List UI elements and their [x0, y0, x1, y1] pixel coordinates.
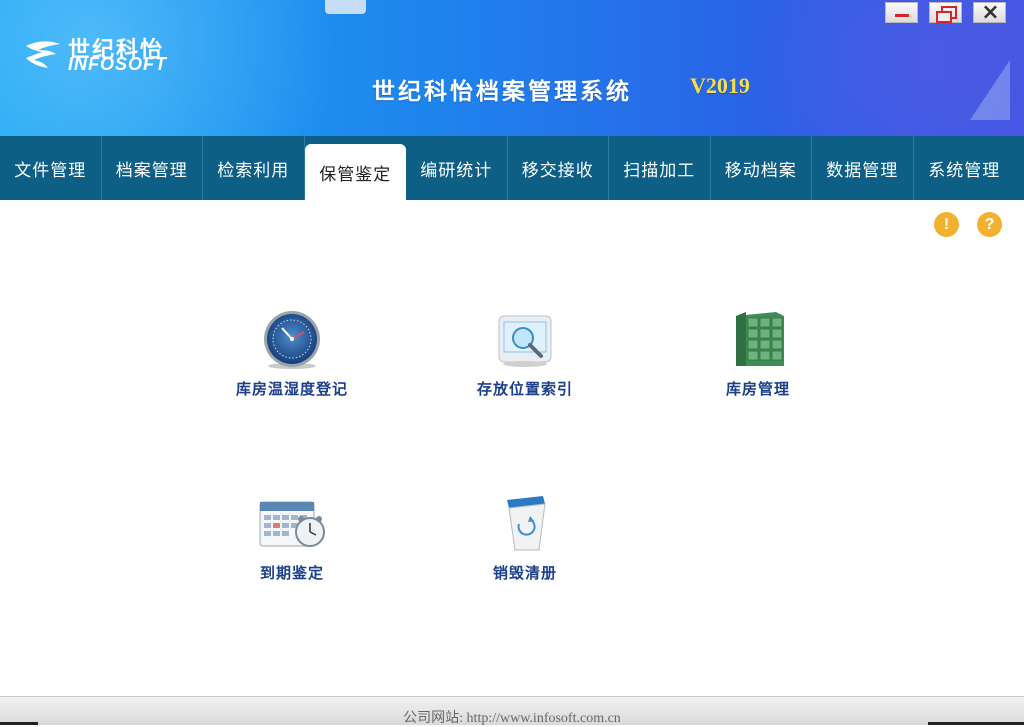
main-nav: 文件管理 档案管理 检索利用 保管鉴定 编研统计 移交接收 扫描加工 移动档案 …	[0, 136, 1024, 200]
header-tab-stub	[325, 0, 366, 14]
info-button[interactable]: !	[934, 212, 959, 237]
close-button[interactable]: ×	[973, 0, 1006, 25]
shredder-bin-icon	[507, 496, 546, 551]
restore-button[interactable]	[929, 2, 962, 23]
tab-search-use[interactable]: 检索利用	[203, 136, 305, 200]
company-logo: 世纪科怡 INFOSOFT	[22, 32, 192, 76]
tab-scan-processing[interactable]: 扫描加工	[609, 136, 711, 200]
help-button[interactable]: ?	[977, 212, 1002, 237]
status-bar: 公司网站: http://www.infosoft.com.cn	[0, 696, 1024, 726]
app-header: 世纪科怡 INFOSOFT 世纪科怡档案管理系统 V2019 ×	[0, 0, 1024, 136]
header-decoration	[970, 60, 1010, 120]
module-label: 库房管理	[725, 380, 790, 398]
minimize-button[interactable]	[885, 2, 918, 23]
module-destruction-list[interactable]: 销毁清册	[435, 494, 615, 583]
restore-icon-front	[936, 11, 952, 23]
logo-text-en: INFOSOFT	[68, 54, 167, 74]
module-label: 销毁清册	[492, 564, 557, 582]
hygrometer-icon	[264, 311, 320, 369]
tab-file-management[interactable]: 文件管理	[0, 136, 102, 200]
tab-custody-appraisal[interactable]: 保管鉴定	[304, 144, 406, 200]
module-label: 存放位置索引	[476, 380, 573, 398]
module-expiry-appraisal[interactable]: 到期鉴定	[202, 494, 382, 583]
app-version: V2019	[690, 73, 750, 98]
module-label: 到期鉴定	[259, 564, 324, 582]
tab-data-management[interactable]: 数据管理	[812, 136, 914, 200]
monitor-search-icon	[498, 315, 552, 367]
module-location-index[interactable]: 存放位置索引	[435, 310, 615, 399]
tab-system-management[interactable]: 系统管理	[914, 136, 1016, 200]
tab-mobile-archive[interactable]: 移动档案	[711, 136, 812, 200]
tab-transfer-receive[interactable]: 移交接收	[508, 136, 609, 200]
calendar-clock-icon	[259, 501, 325, 547]
module-label: 库房温湿度登记	[235, 380, 348, 398]
module-warehouse-management[interactable]: 库房管理	[668, 310, 848, 399]
logo-mark-icon	[26, 41, 60, 68]
tab-compilation-statistics[interactable]: 编研统计	[406, 136, 508, 200]
module-warehouse-humidity[interactable]: 库房温湿度登记	[202, 310, 382, 399]
tab-archive-management[interactable]: 档案管理	[102, 136, 203, 200]
app-title: 世纪科怡档案管理系统	[372, 79, 632, 105]
shelving-icon	[736, 312, 784, 366]
close-icon: ×	[981, 0, 1000, 25]
minimize-icon	[895, 14, 909, 17]
company-website-text: 公司网站: http://www.infosoft.com.cn	[403, 711, 621, 726]
